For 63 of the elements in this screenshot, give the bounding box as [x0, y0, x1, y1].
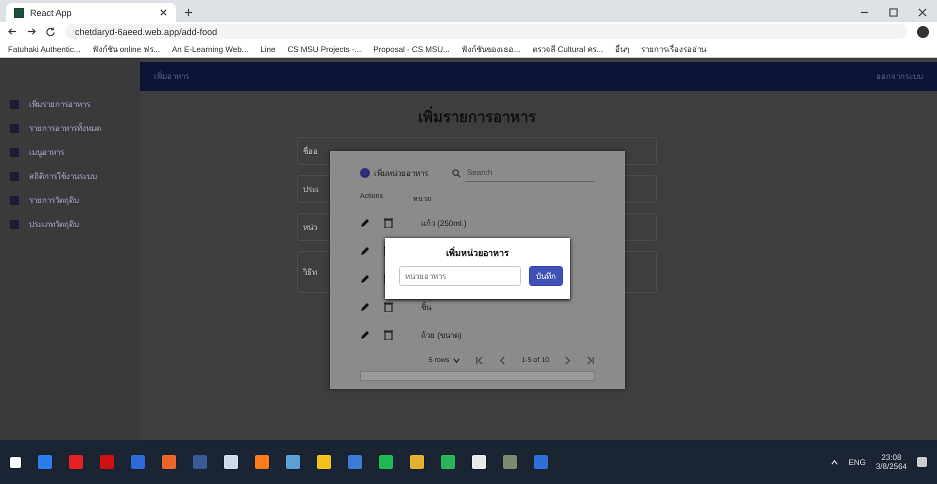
bookmark-link[interactable]: Fatuhaki Authentic...: [8, 44, 80, 54]
sidebar-item[interactable]: เพิ่มรายการอาหาร: [29, 98, 90, 110]
bookmark-link[interactable]: อื่นๆ: [615, 42, 630, 56]
previous-page-icon[interactable]: [498, 356, 508, 365]
bookmark-link[interactable]: รายการเรื่องรออ่าน: [641, 42, 706, 56]
pencil-icon[interactable]: [360, 246, 370, 256]
add-unit-button[interactable]: เพิ่มหน่วยอาหาร: [360, 166, 428, 180]
unit-input-field[interactable]: หน่วยอาหาร: [399, 266, 521, 286]
browser-tab[interactable]: React App: [6, 3, 176, 22]
trash-icon[interactable]: [384, 302, 393, 312]
table-cell-text: แก้ว (250ml.): [421, 218, 467, 230]
pencil-icon[interactable]: [360, 330, 370, 340]
horizontal-scrollbar[interactable]: [360, 371, 595, 381]
menu-item-icon: [10, 220, 19, 228]
trash-icon[interactable]: [384, 330, 393, 340]
close-icon[interactable]: [918, 8, 927, 17]
forward-arrow-icon[interactable]: [27, 27, 36, 36]
app-favicon-icon: [14, 8, 24, 18]
avatar-icon[interactable]: [917, 26, 929, 38]
first-page-icon[interactable]: [475, 356, 484, 365]
bookmark-link[interactable]: ฟังก์ชัน online ฟร...: [92, 42, 160, 56]
table-cell-text: ถ้วย (ขนาด): [421, 330, 462, 342]
pencil-icon[interactable]: [360, 302, 370, 312]
bookmark-link[interactable]: ตรวจสี Cultural คร...: [532, 42, 604, 56]
bookmark-link[interactable]: An E-Learning Web...: [172, 44, 248, 54]
clock[interactable]: 23:08 3/8/2564: [876, 453, 907, 471]
menu-item-icon: [10, 100, 19, 108]
menu-item-icon: [10, 124, 19, 132]
reload-icon[interactable]: [46, 27, 55, 36]
sidebar-item[interactable]: รายการวัตถุดิบ: [29, 194, 79, 206]
close-icon[interactable]: [159, 8, 168, 17]
pencil-icon[interactable]: [360, 218, 370, 228]
search-icon: [452, 168, 461, 178]
dialog-title: เพิ่มหน่วยอาหาร: [446, 246, 509, 260]
next-page-icon[interactable]: [563, 356, 572, 365]
search-field[interactable]: Search: [465, 164, 595, 182]
taskbar-app-icon[interactable]: [317, 455, 331, 469]
sidebar-item[interactable]: ประเภทวัตถุดิบ: [29, 218, 79, 230]
bookmark-link[interactable]: CS MSU Projects -...: [287, 44, 362, 54]
table-cell: ชิ้น: [421, 300, 431, 314]
app-bar-title: เพิ่มอาหาร: [154, 70, 189, 83]
taskbar-app-icon[interactable]: [224, 455, 238, 469]
chevron-up-icon[interactable]: [830, 458, 839, 466]
save-button[interactable]: บันทึก: [529, 266, 563, 286]
notification-icon[interactable]: [917, 457, 927, 467]
menu-item-icon: [10, 196, 19, 204]
menu-item-icon: [10, 172, 19, 180]
pencil-icon[interactable]: [360, 274, 370, 284]
bookmark-link[interactable]: Line: [260, 44, 276, 54]
sidebar-item[interactable]: รายการอาหารทั้งหมด: [29, 122, 101, 134]
sidebar-item[interactable]: สถิติการใช้งานระบบ: [29, 170, 97, 182]
last-page-icon[interactable]: [586, 356, 595, 365]
back-arrow-icon[interactable]: [8, 27, 17, 36]
trash-icon[interactable]: [384, 218, 393, 228]
menu-item-icon: [10, 148, 19, 156]
address-bar[interactable]: chetdaryd-6aeed.web.app/add-food: [65, 24, 907, 39]
taskbar-app-icon[interactable]: [472, 455, 486, 469]
caret-icon[interactable]: [452, 356, 462, 365]
sidebar-item[interactable]: เมนูอาหาร: [29, 146, 64, 158]
bookmark-link[interactable]: ฟังก์ชันของเธอ...: [462, 42, 520, 56]
language-indicator[interactable]: ENG: [848, 458, 866, 466]
maximize-icon[interactable]: [889, 8, 898, 17]
bookmark-link[interactable]: Proposal - CS MSU...: [373, 44, 450, 54]
